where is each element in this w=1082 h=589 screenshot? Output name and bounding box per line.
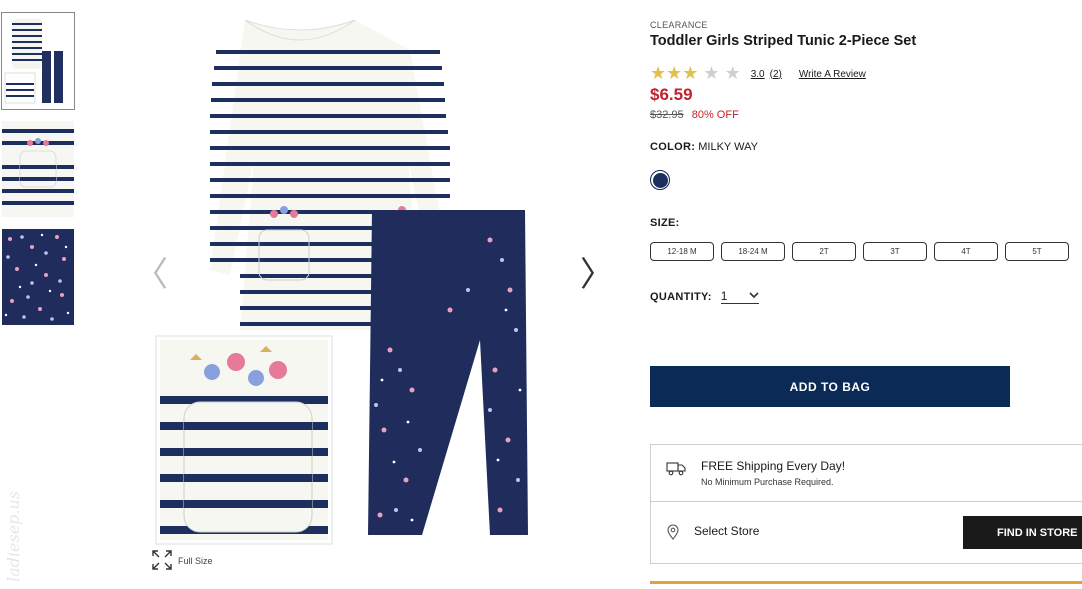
watermark-text: ladiesep.us: [4, 490, 23, 582]
product-title: Toddler Girls Striped Tunic 2-Piece Set: [650, 33, 917, 49]
find-in-store-button[interactable]: FIND IN STORE: [963, 516, 1082, 549]
star-rating: ★ ★ ★ ★ ★: [650, 65, 741, 83]
size-option-2t[interactable]: 2T: [792, 242, 856, 261]
quantity-label: QUANTITY:: [650, 290, 712, 303]
star-icon: ★: [666, 63, 683, 84]
next-image-arrow-icon[interactable]: 〉: [580, 258, 614, 292]
discount-label: 80% OFF: [691, 109, 739, 121]
color-row: COLOR: MILKY WAY: [650, 141, 1082, 153]
thumbnail-floral-print[interactable]: [2, 229, 74, 325]
full-size-button[interactable]: Full Size: [152, 550, 213, 572]
size-label: SIZE:: [650, 217, 680, 229]
quantity-row: QUANTITY: 1: [650, 289, 1082, 304]
star-icon: ★: [650, 63, 667, 84]
star-icon: ★: [724, 63, 741, 84]
expand-icon: [152, 550, 172, 572]
shipping-info-box: FREE Shipping Every Day! No Minimum Purc…: [650, 444, 1082, 502]
add-to-bag-button[interactable]: ADD TO BAG: [650, 366, 1010, 407]
size-option-5t[interactable]: 5T: [1005, 242, 1069, 261]
quantity-value: 1: [720, 289, 728, 303]
color-label: COLOR:: [650, 141, 696, 153]
color-value: MILKY WAY: [698, 141, 758, 153]
sale-price: $6.59: [650, 85, 693, 104]
star-icon: ★: [682, 63, 699, 84]
price-details: $32.95 80% OFF: [650, 109, 1082, 121]
size-option-12-18m[interactable]: 12-18 M: [650, 242, 714, 261]
rating-value-link[interactable]: 3.0: [751, 69, 765, 80]
size-option-18-24m[interactable]: 18-24 M: [721, 242, 785, 261]
select-store-link[interactable]: Select Store: [694, 524, 759, 538]
shipping-title: FREE Shipping Every Day!: [701, 459, 846, 473]
accent-divider: [650, 581, 1082, 584]
size-option-4t[interactable]: 4T: [934, 242, 998, 261]
size-options: 12-18 M 18-24 M 2T 3T 4T 5T: [650, 242, 1082, 261]
original-price: $32.95: [650, 109, 684, 121]
color-swatch-milky-way[interactable]: [650, 170, 670, 190]
thumbnail-outfit[interactable]: [1, 12, 75, 110]
main-product-image: [150, 10, 540, 555]
chevron-down-icon: [749, 289, 759, 303]
quantity-select[interactable]: 1: [720, 289, 759, 304]
product-info-panel: CLEARANCE Toddler Girls Striped Tunic 2-…: [650, 20, 1082, 407]
clearance-badge: CLEARANCE: [650, 20, 708, 30]
thumbnail-pocket-detail[interactable]: [2, 121, 74, 217]
size-option-3t[interactable]: 3T: [863, 242, 927, 261]
thumbnail-list: [1, 12, 75, 337]
shipping-subtitle: No Minimum Purchase Required.: [701, 477, 834, 487]
rating-row: ★ ★ ★ ★ ★ 3.0 (2) Write A Review: [650, 65, 1082, 83]
map-pin-icon: [667, 524, 679, 545]
truck-icon: [666, 460, 686, 481]
review-count-link[interactable]: (2): [770, 69, 782, 80]
write-review-link[interactable]: Write A Review: [799, 69, 866, 80]
star-icon: ★: [703, 63, 720, 84]
store-select-box: Select Store FIND IN STORE: [650, 502, 1082, 564]
full-size-label: Full Size: [178, 556, 213, 566]
